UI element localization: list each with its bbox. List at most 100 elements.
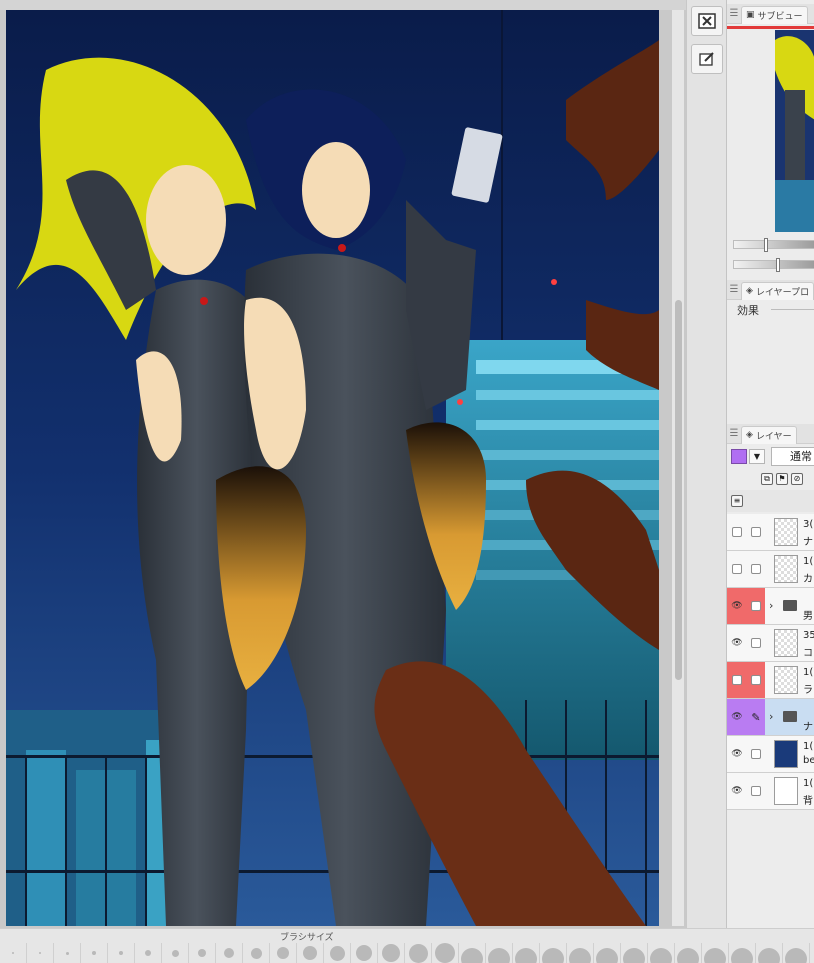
brush-size-presets (0, 943, 814, 963)
pen-icon[interactable]: ✎ (747, 699, 765, 735)
delete-layer-button[interactable] (691, 6, 723, 36)
list-view-icon[interactable]: ≡ (731, 495, 743, 507)
lock-toggle[interactable] (747, 773, 765, 809)
brush-size-preset[interactable] (243, 943, 270, 963)
layer-color-swatch[interactable] (731, 449, 747, 464)
brush-dot-icon (65, 952, 69, 955)
brush-size-preset[interactable] (0, 943, 27, 963)
tab-layer-property[interactable]: ◈ レイヤープロ (741, 281, 814, 300)
chevron-right-icon[interactable]: › (769, 710, 773, 723)
layer-row[interactable]: 👁 1(背 (727, 773, 814, 810)
eye-icon[interactable]: 👁 (727, 625, 747, 661)
visibility-toggle[interactable] (727, 514, 747, 550)
eye-icon[interactable]: 👁 (727, 699, 747, 735)
layer-row[interactable]: 👁 35 コ (727, 625, 814, 662)
subview-zoom-slider[interactable] (733, 238, 814, 252)
brush-size-preset[interactable] (675, 943, 702, 963)
brush-size-preset[interactable] (621, 943, 648, 963)
layer-opacity: 1( (803, 778, 814, 789)
layer-name: ラ (803, 685, 813, 696)
subview-rotate-slider[interactable] (733, 258, 814, 272)
visibility-toggle[interactable] (727, 551, 747, 587)
layer-row[interactable]: 👁 1(be (727, 736, 814, 773)
lock-toggle[interactable] (747, 625, 765, 661)
brush-size-preset[interactable] (648, 943, 675, 963)
layer-row[interactable]: 👁 ✎ › ナ (727, 699, 814, 736)
brush-dot-icon (382, 944, 400, 962)
brush-size-preset[interactable] (729, 943, 756, 963)
brush-size-preset[interactable] (81, 943, 108, 963)
lock-toggle[interactable] (747, 514, 765, 550)
brush-size-preset[interactable] (459, 943, 486, 963)
eye-icon[interactable]: 👁 (727, 773, 747, 809)
brush-size-preset[interactable] (27, 943, 54, 963)
eye-icon[interactable]: 👁 (727, 736, 747, 772)
blend-mode-select[interactable]: 通常 (771, 447, 814, 466)
layer-row[interactable]: 1(カ (727, 551, 814, 588)
brush-size-preset[interactable] (594, 943, 621, 963)
brush-size-preset[interactable] (270, 943, 297, 963)
brush-dot-icon (329, 946, 345, 961)
brush-dot-icon (569, 948, 591, 963)
edit-button[interactable] (691, 44, 723, 74)
brush-size-preset[interactable] (135, 943, 162, 963)
artwork-illustration (6, 10, 659, 926)
layer-tab-label: レイヤー (755, 431, 792, 442)
right-panel-dock: ☰ ▣ サブビュー ☰ ◈ レイヤープロ 効果 ☰ ◈ レイヤー ▼ 通常 ⧉ … (726, 0, 814, 928)
layer-thumbnail (774, 518, 798, 546)
layer-row[interactable]: 👁 › 男 (727, 588, 814, 625)
brush-dot-icon (198, 949, 206, 957)
brush-size-preset[interactable] (189, 943, 216, 963)
brush-size-preset[interactable] (405, 943, 432, 963)
brush-size-preset[interactable] (702, 943, 729, 963)
layer-opacity: 3( (803, 519, 814, 530)
slider-knob[interactable] (776, 258, 780, 272)
canvas-area[interactable] (0, 0, 686, 928)
brush-dot-icon (224, 948, 234, 958)
brush-size-preset[interactable] (216, 943, 243, 963)
lock-toggle[interactable] (747, 588, 765, 624)
brush-dot-icon (785, 948, 807, 963)
subview-preview[interactable] (775, 30, 814, 232)
brush-size-preset[interactable] (108, 943, 135, 963)
layer-row[interactable]: 3(ナ (727, 514, 814, 551)
layer-row[interactable]: 1(ラ (727, 662, 814, 699)
layer-thumbnail (774, 666, 798, 694)
brush-size-preset[interactable] (783, 943, 810, 963)
chevron-down-icon[interactable]: ▼ (749, 449, 765, 464)
clip-icon[interactable]: ⧉ (761, 473, 773, 485)
eye-icon[interactable]: 👁 (727, 588, 747, 624)
lock-toggle[interactable] (747, 551, 765, 587)
brush-size-preset[interactable] (432, 943, 459, 963)
tab-layer[interactable]: ◈ レイヤー (741, 425, 797, 444)
folder-icon (783, 600, 797, 611)
brush-size-preset[interactable] (378, 943, 405, 963)
brush-size-preset[interactable] (756, 943, 783, 963)
brush-size-preset[interactable] (297, 943, 324, 963)
tab-subview[interactable]: ▣ サブビュー (741, 5, 808, 24)
visibility-toggle[interactable] (727, 662, 747, 698)
brush-size-preset[interactable] (162, 943, 189, 963)
lock-alpha-icon[interactable]: ⊘ (791, 473, 803, 485)
checkbox-icon (751, 601, 761, 611)
brush-size-preset[interactable] (54, 943, 81, 963)
chevron-right-icon[interactable]: › (769, 599, 773, 612)
brush-size-preset[interactable] (324, 943, 351, 963)
brush-size-preset[interactable] (351, 943, 378, 963)
brush-size-preset[interactable] (513, 943, 540, 963)
panel-menu-icon[interactable]: ☰ (727, 4, 741, 24)
reference-icon[interactable]: ⚑ (776, 473, 788, 485)
slider-knob[interactable] (764, 238, 768, 252)
brush-size-preset[interactable] (486, 943, 513, 963)
lock-toggle[interactable] (747, 736, 765, 772)
panel-menu-icon[interactable]: ☰ (727, 424, 741, 444)
delete-layer-icon (698, 13, 716, 29)
canvas-top-margin (0, 0, 686, 10)
scrollbar-thumb[interactable] (675, 300, 682, 680)
brush-size-preset[interactable] (540, 943, 567, 963)
canvas-vertical-scrollbar[interactable] (672, 10, 684, 926)
panel-menu-icon[interactable]: ☰ (727, 280, 741, 300)
artwork-canvas[interactable] (6, 10, 659, 926)
lock-toggle[interactable] (747, 662, 765, 698)
brush-size-preset[interactable] (567, 943, 594, 963)
